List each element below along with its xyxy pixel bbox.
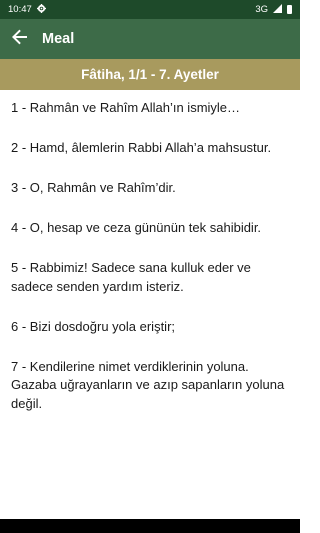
status-bar: 10:47 3G (0, 0, 300, 19)
network-type: 3G (255, 4, 268, 15)
arrow-left-icon (12, 29, 28, 50)
app-title: Meal (42, 31, 75, 47)
status-left: 10:47 (8, 4, 46, 15)
section-header: Fâtiha, 1/1 - 7. Ayetler (0, 59, 300, 90)
verse-2[interactable]: 2 - Hamd, âlemlerin Rabbi Allah’a mahsus… (11, 139, 289, 158)
section-title: Fâtiha, 1/1 - 7. Ayetler (81, 67, 219, 82)
verse-3[interactable]: 3 - O, Rahmân ve Rahîm’dir. (11, 179, 289, 198)
verse-7[interactable]: 7 - Kendilerine nimet verdiklerinin yolu… (11, 358, 289, 414)
verse-5[interactable]: 5 - Rabbimiz! Sadece sana kulluk eder ve… (11, 259, 289, 296)
back-button[interactable] (0, 19, 40, 59)
settings-icon (36, 4, 46, 15)
verse-6[interactable]: 6 - Bizi dosdoğru yola eriştir; (11, 318, 289, 337)
status-time: 10:47 (8, 4, 32, 15)
app-bar: Meal (0, 19, 300, 59)
signal-icon (273, 4, 282, 15)
verse-4[interactable]: 4 - O, hesap ve ceza gününün tek sahibid… (11, 219, 289, 238)
verse-list[interactable]: 1 - Rahmân ve Rahîm Allah’ın ismiyle… 2 … (0, 90, 300, 513)
verse-1[interactable]: 1 - Rahmân ve Rahîm Allah’ın ismiyle… (11, 99, 289, 118)
battery-icon (287, 5, 292, 14)
navigation-bar (0, 519, 300, 533)
status-right: 3G (255, 4, 292, 15)
